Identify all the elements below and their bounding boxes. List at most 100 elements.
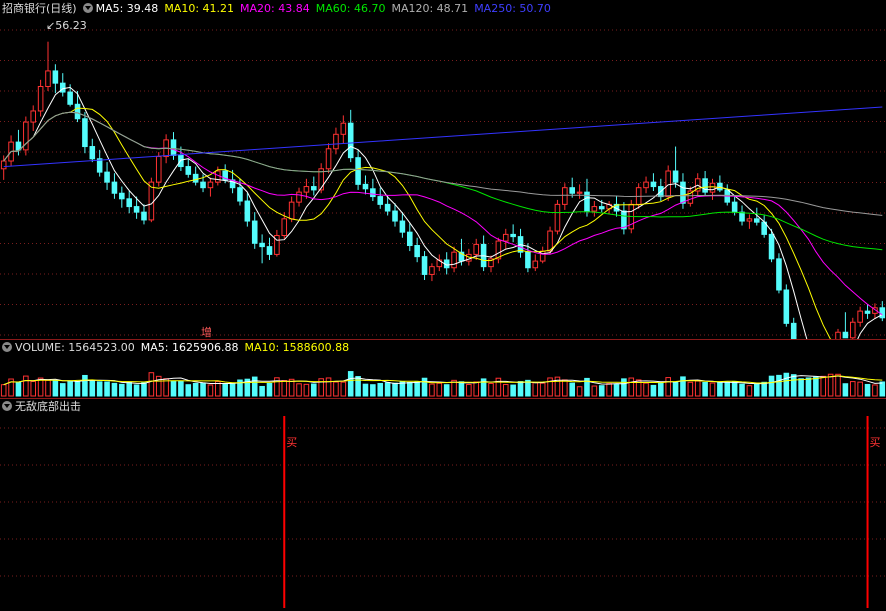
volume-bar[interactable] [569,382,575,397]
candle[interactable] [406,231,413,247]
volume-bar[interactable] [495,377,502,397]
collapse-icon[interactable] [82,3,93,13]
volume-bar[interactable] [414,381,420,397]
volume-bar[interactable] [96,381,103,397]
volume-bar[interactable] [15,381,22,397]
volume-bar[interactable] [362,383,369,397]
volume-bar[interactable] [303,383,310,397]
candle[interactable] [200,181,206,189]
candle[interactable] [333,133,339,150]
volume-bar[interactable] [355,376,361,397]
volume-bar[interactable] [650,384,657,397]
volume-bar[interactable] [259,385,265,397]
candle[interactable] [347,122,354,159]
volume-bar[interactable] [724,381,731,397]
volume-bar[interactable] [392,382,398,397]
candle[interactable] [672,170,679,183]
indicator-chart[interactable] [0,398,886,611]
candle[interactable] [421,256,428,275]
candle[interactable] [355,157,361,185]
candle[interactable] [377,196,384,205]
candle[interactable] [340,122,347,135]
volume-bar[interactable] [141,382,147,397]
candle[interactable] [849,321,856,339]
volume-bar[interactable] [466,384,472,397]
volume-bar[interactable] [746,385,753,397]
volume-bar[interactable] [222,383,228,397]
candle[interactable] [67,91,73,105]
volume-bar[interactable] [658,381,664,397]
candle[interactable] [288,201,295,220]
volume-bar[interactable] [296,383,302,397]
candle[interactable] [325,148,332,170]
candle[interactable] [178,154,184,168]
candle[interactable] [30,110,37,123]
volume-bar[interactable] [111,382,118,397]
volume-bar[interactable] [192,382,199,397]
candle[interactable] [835,331,841,339]
candle[interactable] [473,243,480,255]
candle[interactable] [59,82,66,93]
candle[interactable] [244,200,251,222]
volume-bar[interactable] [421,377,428,397]
candle[interactable] [141,211,147,221]
volume-bar[interactable] [517,381,524,397]
candle[interactable] [45,70,51,87]
volume-bar[interactable] [835,373,841,397]
volume-bar[interactable] [739,383,745,397]
volume-bar[interactable] [89,379,96,397]
volume-bar[interactable] [67,380,73,397]
volume-bar[interactable] [458,381,465,397]
candle[interactable] [185,166,192,175]
volume-bar[interactable] [864,383,871,397]
volume-bar[interactable] [311,383,317,397]
candle[interactable] [532,260,539,269]
candle[interactable] [746,218,753,222]
candle[interactable] [126,198,132,208]
candle[interactable] [429,266,435,275]
volume-bar[interactable] [525,379,531,397]
candle[interactable] [562,187,568,205]
candle[interactable] [510,233,516,238]
volume-bar[interactable] [473,381,480,397]
volume-bar[interactable] [406,381,413,397]
candle[interactable] [783,289,790,324]
candle[interactable] [554,203,561,232]
volume-bar[interactable] [510,384,516,397]
candle[interactable] [37,85,44,112]
volume-bar[interactable] [842,383,849,397]
candle[interactable] [621,210,627,230]
volume-bar[interactable] [717,382,723,397]
candle[interactable] [754,218,760,223]
volume-bar[interactable] [325,377,332,397]
candle[interactable] [104,171,110,183]
volume-bar[interactable] [709,382,716,397]
volume-bar[interactable] [133,384,140,397]
volume-bar[interactable] [606,383,612,397]
volume-bar[interactable] [621,378,627,397]
volume-bar[interactable] [562,379,568,397]
volume-bar[interactable] [266,382,273,397]
volume-bar[interactable] [178,381,184,397]
candle[interactable] [399,220,406,233]
volume-bar[interactable] [200,382,206,397]
volume-bar[interactable] [694,380,701,397]
candle[interactable] [111,181,118,194]
candle[interactable] [650,181,657,188]
volume-bar[interactable] [613,384,620,397]
volume-bar[interactable] [768,375,775,397]
candle[interactable] [576,191,583,194]
volume-bar[interactable] [429,383,435,397]
volume-bar[interactable] [761,381,767,397]
volume-bar[interactable] [340,381,347,397]
volume-bar[interactable] [680,376,686,397]
volume-bar[interactable] [229,382,236,397]
volume-bar[interactable] [0,384,7,397]
candle[interactable] [155,156,162,183]
volume-bar[interactable] [82,374,88,397]
volume-bar[interactable] [52,379,59,397]
candle[interactable] [384,203,391,212]
event-marker[interactable]: 增 [201,324,212,339]
volume-bar[interactable] [370,384,376,397]
volume-bar[interactable] [119,383,125,397]
